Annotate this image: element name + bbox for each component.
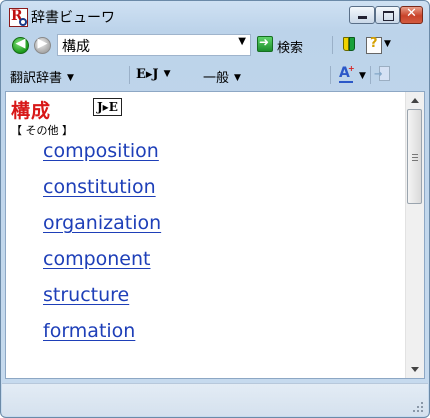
font-size-dropdown[interactable]: ▼	[359, 71, 366, 81]
help-icon: ?	[370, 36, 378, 51]
status-bar	[2, 383, 428, 416]
translation-link[interactable]: constitution	[43, 176, 156, 198]
search-toolbar: ◀ ▶ ▼ ➜ 検索 ? ▼	[2, 31, 428, 59]
headword: 構成	[11, 100, 52, 122]
search-input[interactable]	[62, 37, 222, 54]
translation-link[interactable]: component	[43, 248, 151, 270]
search-history-dropdown[interactable]: ▼	[238, 36, 246, 47]
toolbar-separator	[370, 66, 371, 84]
chevron-down-icon: ▼	[67, 73, 74, 83]
dictionary-toolbar: 翻訳辞書 ▼ E▸J ▼ 一般 ▼ A + ▼ →	[2, 61, 428, 89]
scroll-thumb[interactable]	[407, 109, 422, 204]
close-icon: ✕	[406, 6, 417, 21]
direction-dropdown[interactable]: E▸J ▼	[136, 67, 171, 82]
chevron-down-icon: ▼	[234, 73, 241, 83]
toolbar-separator	[332, 36, 333, 54]
chevron-down-icon: ▼	[163, 69, 171, 79]
dictionary-viewer-window: R 辞書ビューワ ✕ ◀ ▶ ▼ ➜ 検索 ? ▼	[0, 0, 430, 418]
minimize-button[interactable]	[349, 6, 375, 24]
search-combobox[interactable]: ▼	[57, 34, 251, 56]
toolbar-separator	[129, 66, 130, 84]
translation-link[interactable]: composition	[43, 140, 159, 162]
scroll-up-arrow[interactable]	[406, 92, 424, 109]
search-go-button[interactable]: ➜	[257, 35, 273, 52]
scroll-down-arrow[interactable]	[406, 361, 424, 378]
direction-label: E▸J	[136, 67, 159, 82]
field-label: 一般	[203, 71, 230, 86]
back-arrow-icon: ◀	[15, 36, 26, 51]
field-dropdown[interactable]: 一般 ▼	[203, 67, 241, 86]
help-button[interactable]: ?	[366, 36, 382, 54]
toolbar-separator	[330, 66, 331, 84]
dictionary-type-dropdown[interactable]: 翻訳辞書 ▼	[10, 67, 74, 86]
dictionary-viewer-icon: R	[9, 8, 28, 27]
title-bar[interactable]: R 辞書ビューワ ✕	[1, 1, 429, 31]
direction-badge: J▸E	[93, 98, 122, 116]
forward-button[interactable]: ▶	[34, 36, 51, 54]
vertical-scrollbar[interactable]	[405, 92, 424, 378]
close-button[interactable]: ✕	[400, 6, 423, 24]
font-size-icon[interactable]: A +	[339, 64, 356, 83]
beginner-mark-icon[interactable]	[343, 37, 355, 53]
translation-link[interactable]: formation	[43, 320, 135, 342]
resize-grip[interactable]	[413, 402, 423, 412]
help-dropdown[interactable]: ▼	[384, 39, 391, 49]
dictionary-type-label: 翻訳辞書	[10, 71, 63, 86]
search-go-icon: ➜	[259, 35, 270, 49]
entry-content[interactable]: 構成 J▸E 【 その他 】 composition constitution …	[5, 91, 425, 379]
forward-arrow-icon: ▶	[37, 36, 48, 51]
window-title: 辞書ビューワ	[31, 10, 115, 26]
category-label: 【 その他 】	[11, 124, 73, 137]
translation-link[interactable]: organization	[43, 212, 161, 234]
maximize-button[interactable]	[375, 6, 400, 24]
back-button[interactable]: ◀	[12, 36, 29, 54]
search-button-label[interactable]: 検索	[277, 37, 303, 56]
copy-icon[interactable]: →	[374, 66, 391, 83]
translation-link[interactable]: structure	[43, 284, 129, 306]
